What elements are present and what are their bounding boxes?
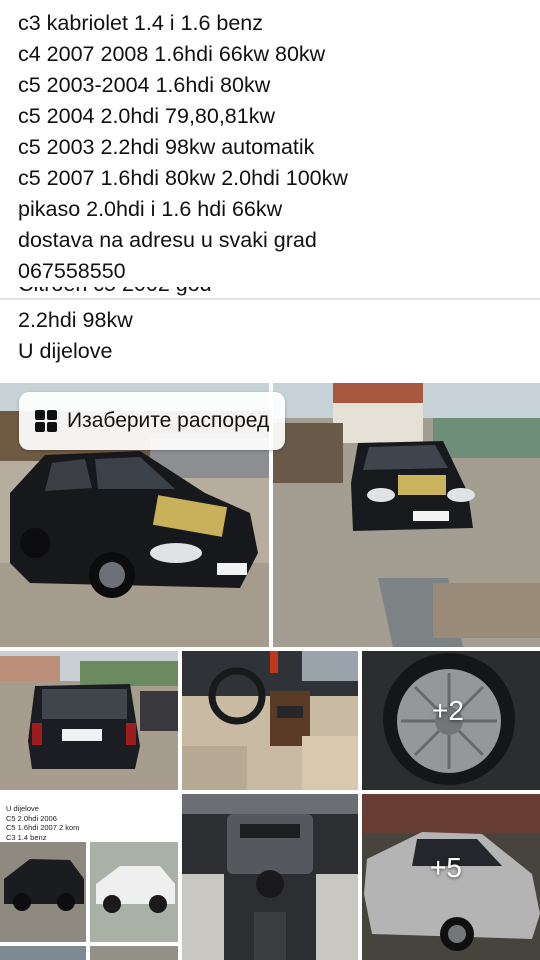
post-line: c3 kabriolet 1.4 i 1.6 benz <box>18 8 528 39</box>
photo-car-rear[interactable] <box>0 651 178 790</box>
photo-car-front[interactable] <box>273 383 540 647</box>
more-photos-count: +2 <box>432 695 464 726</box>
overlay-divider <box>0 298 540 300</box>
post-line: c5 2007 1.6hdi 80kw 2.0hdi 100kw <box>18 163 528 194</box>
photo-white-car[interactable]: +5 <box>362 794 540 960</box>
photo-grid: +2 +5 <box>0 383 540 960</box>
photo-dashboard[interactable] <box>182 651 358 790</box>
post-tail: 2.2hdi 98kw U dijelove <box>18 305 133 367</box>
phone-number[interactable]: 067558550 <box>18 256 528 287</box>
post-line: dostava na adresu u svaki grad <box>18 225 528 256</box>
post-line: 2.2hdi 98kw <box>18 308 133 332</box>
choose-layout-button[interactable]: Изаберите распоред <box>19 392 286 450</box>
choose-layout-label: Изаберите распоред <box>67 409 270 432</box>
photo-console[interactable] <box>182 794 358 960</box>
post-line: c5 2003 2.2hdi 98kw automatik <box>18 132 528 163</box>
post-line: pikaso 2.0hdi i 1.6 hdi 66kw <box>18 194 528 225</box>
post-line: c5 2004 2.0hdi 79,80,81kw <box>18 101 528 132</box>
post-line: c4 2007 2008 1.6hdi 66kw 80kw <box>18 39 528 70</box>
post-line: U dijelove <box>18 339 113 363</box>
more-photos-count: +5 <box>430 852 462 883</box>
grid-icon <box>35 410 57 432</box>
collage-caption: U dijelove C5 2.0hdi 2006 C5 1.6hdi 2007… <box>6 804 80 842</box>
post-text: c3 kabriolet 1.4 i 1.6 benz c4 2007 2008… <box>18 8 528 287</box>
post-line: c5 2003-2004 1.6hdi 80kw <box>18 70 528 101</box>
photo-hubcap[interactable]: +2 <box>362 651 540 790</box>
